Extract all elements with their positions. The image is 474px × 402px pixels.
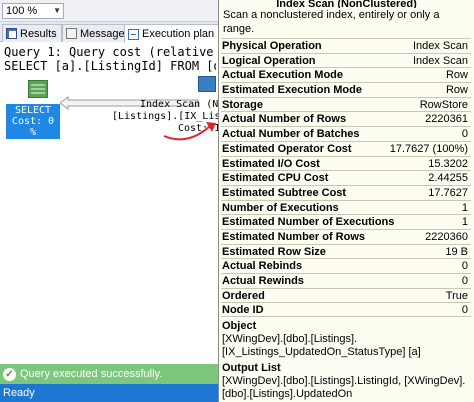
property-value: Row xyxy=(445,84,468,97)
tab-label: Execution plan xyxy=(142,28,215,40)
property-name: Estimated CPU Cost xyxy=(222,172,329,185)
ready-status-bar: Ready xyxy=(0,384,218,402)
query-cost-line: Query 1: Query cost (relative t xyxy=(4,45,216,59)
property-name: Number of Executions xyxy=(222,201,339,214)
property-name: Node ID xyxy=(222,304,264,317)
property-row: Actual Number of Batches 0 xyxy=(221,126,471,141)
select-result-icon xyxy=(28,80,48,98)
property-name: Estimated Number of Executions xyxy=(222,216,395,229)
property-value: 19 B xyxy=(445,245,468,258)
tab-execution-plan[interactable]: Execution plan xyxy=(124,24,220,43)
property-name: Estimated Row Size xyxy=(222,245,326,258)
object-line: [IX_Listings_UpdatedOn_StatusType] [a] xyxy=(222,346,421,358)
property-row: Actual Rewinds 0 xyxy=(221,273,471,288)
chevron-down-icon: ▼ xyxy=(53,6,61,15)
property-name: Actual Number of Batches xyxy=(222,128,360,141)
scan-label-op: Index Scan (No xyxy=(140,99,218,110)
property-row: Actual Execution Mode Row xyxy=(221,67,471,82)
tab-label: Messages xyxy=(80,27,131,40)
results-tab-strip: Results Messages Execution plan xyxy=(0,22,220,43)
property-name: Estimated Operator Cost xyxy=(222,142,352,155)
property-value: 1 xyxy=(461,216,468,229)
success-check-icon: ✓ xyxy=(3,367,16,381)
property-row: Estimated Number of Executions 1 xyxy=(221,214,471,229)
query-sql-line: SELECT [a].[ListingId] FROM [db xyxy=(4,59,216,73)
query-status-bar: ✓ Query executed successfully. xyxy=(0,364,218,384)
zoom-toolbar: 100 % ▼ xyxy=(0,0,218,22)
property-value: 0 xyxy=(461,128,468,141)
select-label-name: SELECT xyxy=(14,105,52,116)
select-operator-label[interactable]: SELECT Cost: 0 % xyxy=(6,104,60,139)
results-grid-icon xyxy=(6,28,17,39)
select-label-cost: Cost: 0 % xyxy=(11,116,55,138)
property-name: Actual Execution Mode xyxy=(222,69,344,82)
property-value: 17.7627 xyxy=(428,186,468,199)
property-name: Actual Rewinds xyxy=(222,275,304,287)
operator-tooltip: Index Scan (NonClustered) Scan a nonclus… xyxy=(218,0,474,402)
property-name: Physical Operation xyxy=(222,40,322,52)
output-line: [XWingDev].[dbo].[Listings].ListingId, [… xyxy=(222,375,466,387)
property-value: 0 xyxy=(461,260,468,273)
property-row: Number of Executions 1 xyxy=(221,199,471,215)
red-annotation-arrow xyxy=(163,122,216,141)
property-row: Actual Number of Rows 2220361 xyxy=(221,111,471,126)
property-row: Estimated Subtree Cost 17.7627 xyxy=(221,184,471,200)
property-row: Logical Operation Index Scan xyxy=(221,52,471,68)
property-name: Estimated I/O Cost xyxy=(222,157,320,170)
tab-results[interactable]: Results xyxy=(2,24,62,42)
tooltip-object-section: Object [XWingDev].[dbo].[Listings]. [IX_… xyxy=(222,320,472,359)
output-line: [dbo].[Listings].UpdatedOn xyxy=(222,388,353,400)
property-value: 2.44255 xyxy=(428,172,468,185)
property-row: Node ID 0 xyxy=(221,302,471,318)
ready-text: Ready xyxy=(3,387,35,399)
tooltip-properties-table: Physical Operation Index Scan Logical Oper… xyxy=(221,38,471,318)
property-name: Logical Operation xyxy=(222,54,316,67)
output-heading: Output List xyxy=(222,362,281,374)
property-value: True xyxy=(445,289,468,302)
query-header: Query 1: Query cost (relative t SELECT [… xyxy=(4,45,216,73)
zoom-value: 100 % xyxy=(6,5,38,17)
property-value: 0 xyxy=(461,275,468,287)
property-name: Storage xyxy=(222,98,263,111)
property-row: Storage RowStore xyxy=(221,96,471,112)
property-row: Estimated CPU Cost 2.44255 xyxy=(221,170,471,185)
property-row: Estimated Number of Rows 2220360 xyxy=(221,228,471,244)
tooltip-description: Scan a nonclustered index, entirely or o… xyxy=(223,9,440,35)
index-scan-icon[interactable] xyxy=(198,76,216,92)
property-name: Estimated Number of Rows xyxy=(222,230,366,243)
property-value: RowStore xyxy=(419,98,468,111)
tooltip-title: Index Scan (NonClustered) xyxy=(276,0,417,8)
property-row: Actual Rebinds 0 xyxy=(221,258,471,273)
property-row: Physical Operation Index Scan xyxy=(221,38,471,53)
property-name: Actual Rebinds xyxy=(222,260,303,273)
tooltip-output-section: Output List [XWingDev].[dbo].[Listings].… xyxy=(222,362,472,401)
tab-label: Results xyxy=(20,27,57,40)
status-message: Query executed successfully. xyxy=(20,368,163,380)
property-name: Ordered xyxy=(222,289,265,302)
execution-plan-icon xyxy=(128,28,139,40)
object-heading: Object xyxy=(222,320,257,332)
object-line: [XWingDev].[dbo].[Listings]. xyxy=(222,333,358,345)
property-value: Index Scan xyxy=(412,40,468,52)
property-row: Estimated I/O Cost 15.3202 xyxy=(221,155,471,171)
property-value: 2220360 xyxy=(425,230,468,243)
property-value: 15.3202 xyxy=(428,157,468,170)
property-value: 1 xyxy=(461,201,468,214)
property-name: Estimated Subtree Cost xyxy=(222,186,347,199)
property-row: Estimated Row Size 19 B xyxy=(221,243,471,259)
select-operator-node[interactable] xyxy=(18,80,58,102)
property-value: Row xyxy=(445,69,468,82)
property-row: Estimated Execution Mode Row xyxy=(221,82,471,97)
property-name: Actual Number of Rows xyxy=(222,113,347,126)
property-row: Estimated Operator Cost 17.7627 (100%) xyxy=(221,140,471,156)
messages-icon xyxy=(66,28,77,39)
property-value: Index Scan xyxy=(412,54,468,67)
zoom-dropdown[interactable]: 100 % ▼ xyxy=(2,3,64,19)
property-row: Ordered True xyxy=(221,287,471,303)
property-value: 2220361 xyxy=(425,113,468,126)
property-value: 0 xyxy=(461,304,468,317)
property-name: Estimated Execution Mode xyxy=(222,84,362,97)
property-value: 17.7627 (100%) xyxy=(389,142,468,155)
